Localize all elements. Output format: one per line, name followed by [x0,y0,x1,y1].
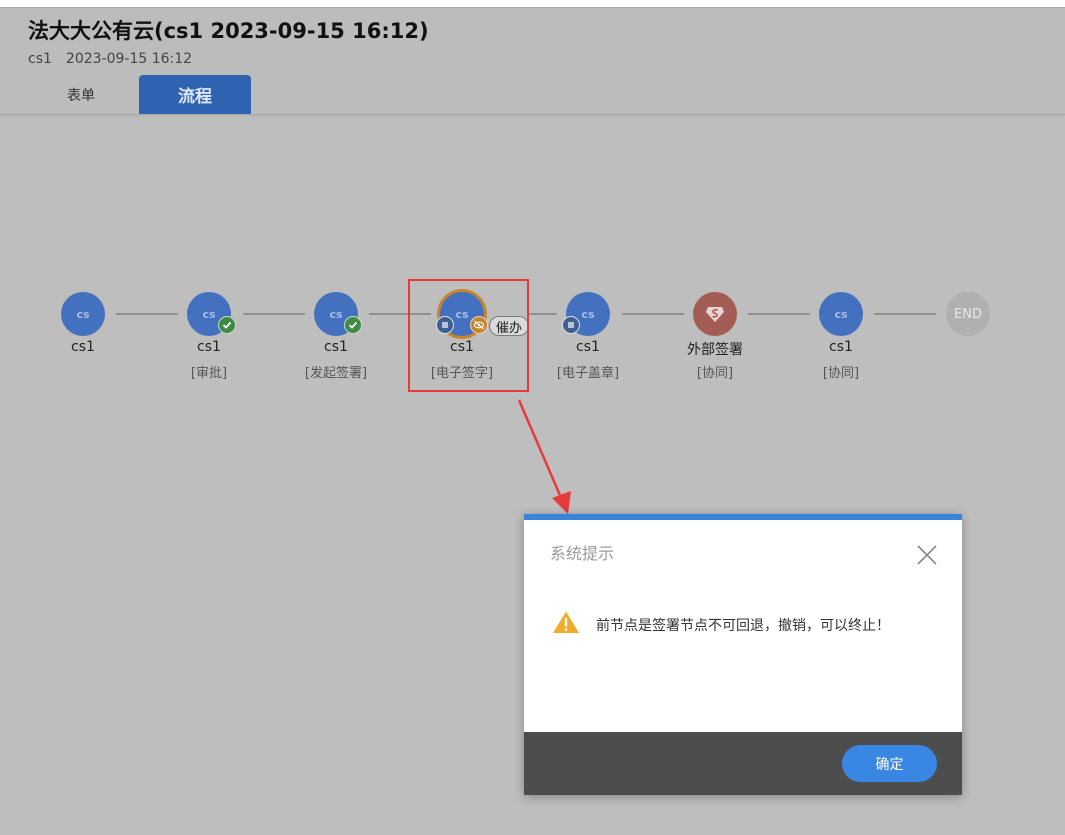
confirm-button[interactable]: 确定 [842,745,937,782]
shield-s-icon [706,307,724,322]
list-icon[interactable] [562,316,580,334]
flow-connector [622,313,684,315]
page-meta: cs1 2023-09-15 16:12 [28,51,192,67]
node-avatar-text: cs [76,307,90,321]
node-name: 外部签署 [687,342,743,358]
check-icon [218,316,236,334]
dialog-message: 前节点是签署节点不可回退，撤销，可以终止！ [596,618,890,634]
page-title: 法大大公有云(cs1 2023-09-15 16:12) [28,19,429,43]
node-type: [电子盖章] [556,366,620,381]
annotation-highlight-box [408,279,529,392]
node-name: cs1 [197,339,221,355]
check-icon [344,316,362,334]
flow-node-external-sign[interactable] [693,292,737,336]
node-type: [审批] [190,366,228,381]
node-avatar-text: cs [834,307,848,321]
node-type: [发起签署] [304,366,368,381]
dialog-title: 系统提示 [550,544,615,563]
meta-datetime: 2023-09-15 16:12 [65,51,193,67]
tab-flow[interactable]: 流程 [139,75,251,114]
flow-node-collaborate[interactable]: cs [819,292,863,336]
system-alert-dialog: 系统提示 前节点是签署节点不可回退，撤销，可以终止！ 确定 [524,514,962,795]
flow-connector [243,313,305,315]
flow-connector [748,313,810,315]
warning-icon [553,611,579,633]
flow-node-end: END [946,292,990,336]
flow-connector [116,313,178,315]
node-end-label: END [954,306,982,322]
flow-node-start[interactable]: cs [61,292,105,336]
node-avatar-text: cs [329,307,343,321]
node-type: [协同] [822,366,860,381]
node-avatar-text: cs [581,307,595,321]
close-icon[interactable] [914,542,940,568]
node-name: cs1 [71,339,95,355]
flow-connector [527,313,557,315]
tab-form[interactable]: 表单 [28,75,134,114]
node-name: cs1 [829,339,853,355]
dialog-accent-bar [524,514,962,520]
node-type: [协同] [696,366,734,381]
window-top-border [0,0,1065,8]
node-name: cs1 [576,339,600,355]
page-header: 法大大公有云(cs1 2023-09-15 16:12) cs1 2023-09-… [0,8,1065,115]
meta-user: cs1 [28,51,52,67]
dialog-footer: 确定 [524,732,962,795]
flow-connector [874,313,936,315]
node-name: cs1 [324,339,348,355]
node-avatar-text: cs [202,307,216,321]
